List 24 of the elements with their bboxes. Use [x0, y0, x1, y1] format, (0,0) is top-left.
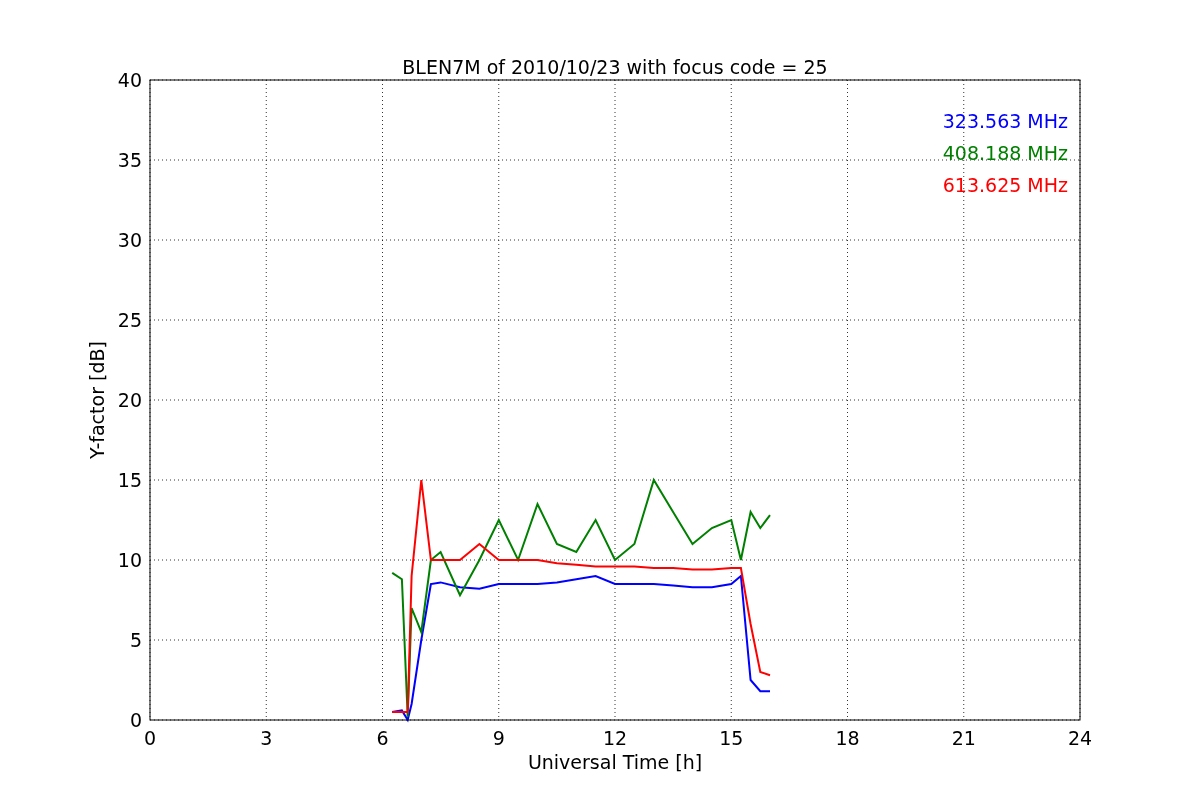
- x-tick-label: 6: [376, 727, 389, 749]
- y-tick-label: 40: [117, 69, 142, 91]
- legend-label: 408.188 MHz: [942, 142, 1068, 164]
- y-axis-label: Y-factor [dB]: [86, 341, 108, 459]
- y-tick-label: 35: [117, 149, 142, 171]
- legend-label: 613.625 MHz: [942, 174, 1068, 196]
- x-tick-label: 3: [260, 727, 273, 749]
- x-tick-label: 24: [1067, 727, 1093, 749]
- x-tick-label: 12: [602, 727, 628, 749]
- y-tick-label: 15: [117, 469, 142, 491]
- y-tick-label: 10: [117, 549, 142, 571]
- legend-label: 323.563 MHz: [942, 110, 1068, 132]
- x-tick-label: 0: [143, 727, 157, 749]
- x-axis-label: Universal Time [h]: [527, 751, 703, 773]
- y-tick-label: 30: [117, 229, 142, 251]
- x-tick-label: 21: [951, 727, 976, 749]
- chart-title: BLEN7M of 2010/10/23 with focus code = 25: [402, 56, 828, 78]
- y-tick-label: 20: [117, 389, 142, 411]
- y-tick-label: 25: [117, 309, 142, 331]
- y-tick-label: 5: [129, 629, 142, 651]
- x-tick-label: 9: [492, 727, 505, 749]
- x-tick-label: 18: [835, 727, 860, 749]
- x-tick-label: 15: [719, 727, 744, 749]
- y-tick-label: 0: [129, 709, 142, 731]
